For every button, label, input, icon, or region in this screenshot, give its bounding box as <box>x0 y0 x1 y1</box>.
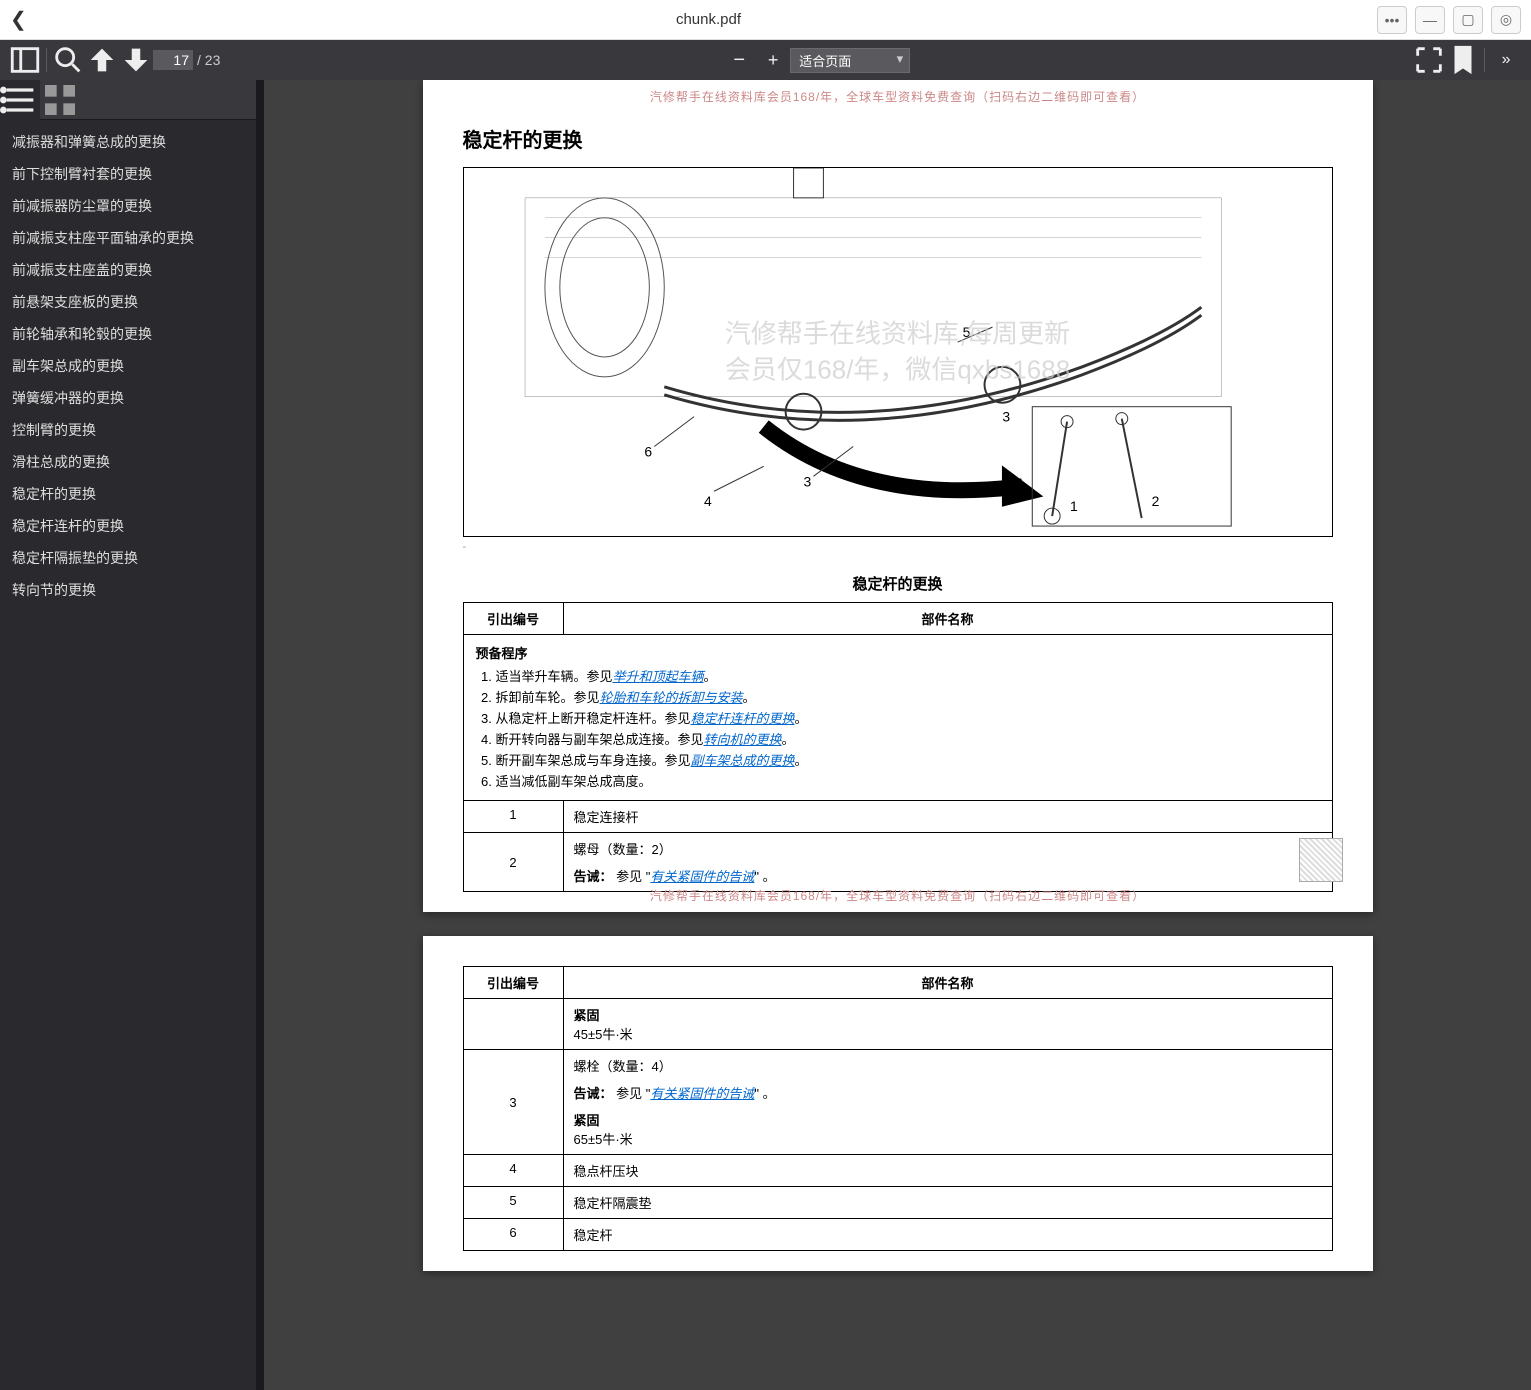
document-title: chunk.pdf <box>40 11 1377 28</box>
prep-item: 断开转向器与副车架总成连接。参见转向机的更换。 <box>496 729 1320 748</box>
ref-num: 2 <box>463 833 563 892</box>
tools-icon[interactable]: » <box>1489 43 1523 77</box>
back-button[interactable]: ❮ <box>10 7 40 32</box>
outline-item[interactable]: 前轮轴承和轮毂的更换 <box>0 318 256 350</box>
diagram-label: 3 <box>1002 409 1010 425</box>
outline-item[interactable]: 控制臂的更换 <box>0 414 256 446</box>
link[interactable]: 有关紧固件的告诫 <box>650 1086 754 1101</box>
tight-label: 紧固 <box>574 1110 1322 1129</box>
th-name: 部件名称 <box>563 603 1332 635</box>
thumbnails-tab[interactable] <box>40 80 80 120</box>
ref-num: 6 <box>463 1219 563 1251</box>
maximize-button[interactable]: ▢ <box>1453 6 1483 34</box>
prep-item: 拆卸前车轮。参见轮胎和车轮的拆卸与安装。 <box>496 687 1320 706</box>
outline-list: 减振器和弹簧总成的更换 前下控制臂衬套的更换 前减振器防尘罩的更换 前减振支柱座… <box>0 120 256 1390</box>
outline-item[interactable]: 减振器和弹簧总成的更换 <box>0 126 256 158</box>
part-name: 稳定杆 <box>563 1219 1332 1251</box>
zoom-select[interactable]: 适合页面 <box>790 48 910 73</box>
th-ref: 引出编号 <box>463 603 563 635</box>
outline-item[interactable]: 弹簧缓冲器的更换 <box>0 382 256 414</box>
outline-item[interactable]: 稳定杆连杆的更换 <box>0 510 256 542</box>
ref-num <box>463 999 563 1050</box>
outline-item[interactable]: 转向节的更换 <box>0 574 256 606</box>
ref-num: 5 <box>463 1187 563 1219</box>
pdf-viewer[interactable]: 汽修帮手在线资料库会员168/年，全球车型资料免费查询（扫码右边二维码即可查看）… <box>264 80 1531 1390</box>
technical-diagram: 1 2 3 3 4 5 6 汽修帮手在线资料库,每周更新 会员仅168/年，微信… <box>463 167 1333 537</box>
outline-item[interactable]: 稳定杆的更换 <box>0 478 256 510</box>
separator <box>1484 48 1485 72</box>
tight-val: 45±5牛·米 <box>574 1024 1322 1043</box>
zoom-in-icon[interactable]: + <box>756 43 790 77</box>
section-title: 稳定杆的更换 <box>463 124 1333 153</box>
outline-item[interactable]: 前下控制臂衬套的更换 <box>0 158 256 190</box>
tight-label: 紧固 <box>574 1005 1322 1024</box>
diagram-label: 3 <box>803 473 811 489</box>
part-name: 螺母（数量：2） <box>574 839 1322 858</box>
outline-item[interactable]: 副车架总成的更换 <box>0 350 256 382</box>
th-name: 部件名称 <box>563 967 1332 999</box>
outline-tab[interactable] <box>0 80 40 120</box>
separator <box>46 48 47 72</box>
search-icon[interactable] <box>51 43 85 77</box>
prep-item: 从稳定杆上断开稳定杆连杆。参见稳定杆连杆的更换。 <box>496 708 1320 727</box>
prep-item: 适当举升车辆。参见举升和顶起车辆。 <box>496 666 1320 685</box>
ref-num: 4 <box>463 1155 563 1187</box>
link[interactable]: 稳定杆连杆的更换 <box>691 711 795 726</box>
part-name: 螺栓（数量：4） <box>574 1056 1322 1075</box>
pdf-page-18: 引出编号部件名称 紧固 45±5牛·米 3 螺栓（数量：4） 告诫： 参见 "有… <box>423 936 1373 1271</box>
tight-val: 65±5牛·米 <box>574 1129 1322 1148</box>
ref-num: 1 <box>463 801 563 833</box>
presentation-icon[interactable] <box>1412 43 1446 77</box>
diagram-label: 1 <box>1070 498 1078 514</box>
parts-table-2: 引出编号部件名称 紧固 45±5牛·米 3 螺栓（数量：4） 告诫： 参见 "有… <box>463 966 1333 1251</box>
watermark-footer: 汽修帮手在线资料库会员168/年，全球车型资料免费查询（扫码右边二维码即可查看） <box>423 887 1373 904</box>
outline-item[interactable]: 稳定杆隔振垫的更换 <box>0 542 256 574</box>
prep-list: 适当举升车辆。参见举升和顶起车辆。 拆卸前车轮。参见轮胎和车轮的拆卸与安装。 从… <box>496 666 1320 790</box>
more-button[interactable]: ••• <box>1377 6 1407 34</box>
minimize-button[interactable]: — <box>1415 6 1445 34</box>
qr-code <box>1299 838 1343 882</box>
target-button[interactable]: ◎ <box>1491 6 1521 34</box>
page-total: / 23 <box>197 52 220 68</box>
part-name: 稳定杆隔震垫 <box>563 1187 1332 1219</box>
toggle-sidebar-icon[interactable] <box>8 43 42 77</box>
pdf-page-17: 汽修帮手在线资料库会员168/年，全球车型资料免费查询（扫码右边二维码即可查看）… <box>423 80 1373 912</box>
page-number-input[interactable] <box>153 50 193 70</box>
part-name: 稳点杆压块 <box>563 1155 1332 1187</box>
part-name: 稳定连接杆 <box>563 801 1332 833</box>
link[interactable]: 轮胎和车轮的拆卸与安装 <box>600 690 743 705</box>
sidebar-resize-handle[interactable] <box>256 80 264 1390</box>
ref-num: 3 <box>463 1050 563 1155</box>
zoom-out-icon[interactable]: − <box>722 43 756 77</box>
diagram-label: 5 <box>962 324 970 340</box>
outline-item[interactable]: 前悬架支座板的更换 <box>0 286 256 318</box>
next-page-icon[interactable] <box>119 43 153 77</box>
link[interactable]: 副车架总成的更换 <box>691 753 795 768</box>
parts-table: 引出编号部件名称 预备程序 适当举升车辆。参见举升和顶起车辆。 拆卸前车轮。参见… <box>463 602 1333 892</box>
bookmark-icon[interactable] <box>1446 43 1480 77</box>
prep-item: 适当减低副车架总成高度。 <box>496 771 1320 790</box>
diagram-label: 4 <box>704 493 712 509</box>
th-ref: 引出编号 <box>463 967 563 999</box>
prev-page-icon[interactable] <box>85 43 119 77</box>
outline-item[interactable]: 前减振支柱座平面轴承的更换 <box>0 222 256 254</box>
watermark-header: 汽修帮手在线资料库会员168/年，全球车型资料免费查询（扫码右边二维码即可查看） <box>423 88 1373 105</box>
diagram-label: 2 <box>1151 493 1159 509</box>
prep-heading: 预备程序 <box>476 643 1320 662</box>
table-title: 稳定杆的更换 <box>463 573 1333 594</box>
link[interactable]: 有关紧固件的告诫 <box>650 869 754 884</box>
outline-item[interactable]: 前减振支柱座盖的更换 <box>0 254 256 286</box>
prep-item: 断开副车架总成与车身连接。参见副车架总成的更换。 <box>496 750 1320 769</box>
link[interactable]: 举升和顶起车辆 <box>613 669 704 684</box>
diagram-label: 6 <box>644 443 652 459</box>
outline-item[interactable]: 前减振器防尘罩的更换 <box>0 190 256 222</box>
outline-item[interactable]: 滑柱总成的更换 <box>0 446 256 478</box>
link[interactable]: 转向机的更换 <box>704 732 782 747</box>
